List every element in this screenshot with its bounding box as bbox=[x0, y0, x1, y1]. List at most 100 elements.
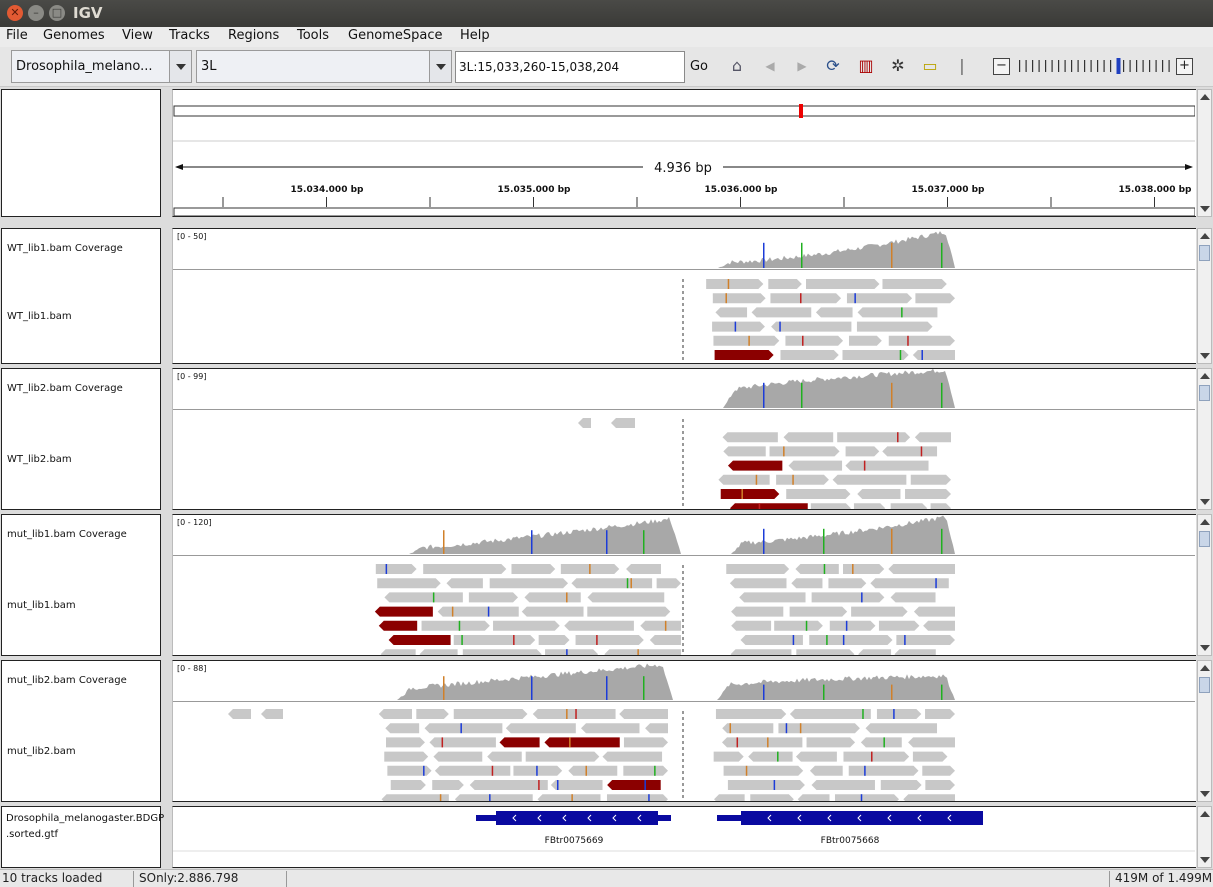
ruler-scrollbar[interactable] bbox=[1197, 89, 1212, 217]
scroll-up-icon[interactable] bbox=[1200, 665, 1210, 671]
mismatch-base bbox=[883, 737, 885, 748]
locus-input[interactable]: 3L:15,033,260-15,038,204 bbox=[455, 51, 685, 83]
coverage-mismatch bbox=[443, 676, 445, 700]
aligned-read bbox=[780, 350, 839, 360]
mismatch-base bbox=[779, 321, 781, 332]
mismatch-base bbox=[727, 279, 730, 289]
track-data-panel-wt-lib1[interactable]: [0 - 50] bbox=[172, 228, 1196, 364]
annotation-scrollbar[interactable] bbox=[1197, 806, 1212, 868]
aligned-read bbox=[521, 606, 584, 617]
zoom-tick bbox=[1077, 60, 1079, 72]
zoom-widget[interactable]: − + bbox=[993, 56, 1193, 76]
chevron-down-icon[interactable] bbox=[169, 51, 191, 82]
menu-file[interactable]: File bbox=[6, 28, 28, 43]
track-scrollbar[interactable] bbox=[1197, 514, 1212, 656]
scroll-down-icon[interactable] bbox=[1200, 499, 1210, 505]
scroll-down-icon[interactable] bbox=[1200, 645, 1210, 651]
aligned-read bbox=[640, 620, 681, 631]
home-icon[interactable]: ⌂ bbox=[727, 56, 747, 76]
scroll-up-icon[interactable] bbox=[1200, 94, 1210, 100]
scroll-down-icon[interactable] bbox=[1200, 206, 1210, 212]
genome-select[interactable]: Drosophila_melano... bbox=[11, 50, 192, 83]
forward-icon[interactable]: ▶ bbox=[792, 56, 812, 76]
coverage-track-name[interactable]: WT_lib2.bam Coverage bbox=[7, 383, 123, 394]
aligned-read bbox=[619, 709, 668, 719]
alignment-track-name[interactable]: mut_lib1.bam bbox=[7, 600, 76, 611]
menu-genomespace[interactable]: GenomeSpace bbox=[348, 28, 443, 43]
coverage-track-name[interactable]: mut_lib1.bam Coverage bbox=[7, 529, 127, 540]
menu-genomes[interactable]: Genomes bbox=[43, 28, 105, 43]
track-scrollbar[interactable] bbox=[1197, 228, 1212, 364]
aligned-read bbox=[810, 503, 851, 509]
aligned-read bbox=[713, 335, 780, 346]
aligned-read bbox=[487, 751, 522, 762]
coverage-area bbox=[723, 369, 955, 408]
alignment-track-name[interactable]: WT_lib1.bam bbox=[7, 311, 72, 322]
track-data-panel-mut-lib2[interactable]: [0 - 88] bbox=[172, 660, 1196, 802]
resize-icon[interactable]: ✲ bbox=[888, 56, 908, 76]
chromosome-select[interactable]: 3L bbox=[196, 50, 452, 83]
coverage-track-name[interactable]: WT_lib1.bam Coverage bbox=[7, 243, 123, 254]
mismatch-base bbox=[755, 474, 758, 485]
alignment-track-name[interactable]: mut_lib2.bam bbox=[7, 746, 76, 757]
coverage-track-name[interactable]: mut_lib2.bam Coverage bbox=[7, 675, 127, 686]
coverage-mismatch bbox=[606, 530, 608, 554]
scroll-down-icon[interactable] bbox=[1200, 353, 1210, 359]
aligned-read bbox=[783, 432, 834, 443]
current-region-marker bbox=[799, 104, 803, 118]
menu-tracks[interactable]: Tracks bbox=[169, 28, 210, 43]
coverage-mismatch bbox=[643, 676, 645, 700]
scroll-thumb[interactable] bbox=[1199, 385, 1210, 401]
annotation-track-name-cont[interactable]: .sorted.gtf bbox=[6, 829, 58, 840]
scroll-up-icon[interactable] bbox=[1200, 519, 1210, 525]
zoom-tick bbox=[1123, 60, 1125, 72]
track-scrollbar[interactable] bbox=[1197, 660, 1212, 802]
zoom-tick bbox=[1051, 60, 1053, 72]
aligned-read bbox=[923, 620, 955, 631]
popup-info-icon[interactable]: ▭ bbox=[920, 56, 940, 76]
aligned-read bbox=[578, 418, 591, 428]
mismatch-base bbox=[805, 620, 808, 631]
scroll-down-icon[interactable] bbox=[1200, 791, 1210, 797]
annotation-track-name[interactable]: Drosophila_melanogaster.BDGP bbox=[6, 813, 164, 824]
scroll-down-icon[interactable] bbox=[1200, 857, 1210, 863]
scroll-up-icon[interactable] bbox=[1200, 811, 1210, 817]
annotation-data-panel[interactable]: FBtr0075669 FBtr0075668 bbox=[172, 806, 1196, 868]
close-window-button[interactable]: ✕ bbox=[7, 5, 23, 21]
maximize-window-button[interactable]: □ bbox=[49, 5, 65, 21]
aligned-read bbox=[446, 578, 483, 589]
zoom-out-button[interactable]: − bbox=[993, 58, 1010, 75]
menu-regions[interactable]: Regions bbox=[228, 28, 279, 43]
alignment-track-name[interactable]: WT_lib2.bam bbox=[7, 454, 72, 465]
chevron-down-icon[interactable] bbox=[429, 51, 451, 82]
zoom-in-button[interactable]: + bbox=[1176, 58, 1193, 75]
scroll-thumb[interactable] bbox=[1199, 677, 1210, 693]
aligned-read bbox=[720, 489, 780, 499]
refresh-icon[interactable]: ⟳ bbox=[823, 56, 843, 76]
track-data-panel-mut-lib1[interactable]: [0 - 120] bbox=[172, 514, 1196, 656]
aligned-read bbox=[623, 765, 668, 776]
scroll-thumb[interactable] bbox=[1199, 531, 1210, 547]
go-button[interactable]: Go bbox=[686, 51, 712, 83]
coverage-mismatch bbox=[823, 528, 825, 554]
aligned-read bbox=[848, 765, 919, 776]
mismatch-base bbox=[569, 737, 571, 748]
back-icon[interactable]: ◀ bbox=[760, 56, 780, 76]
zoom-slider[interactable] bbox=[1015, 56, 1175, 76]
status-bar: 10 tracks loaded SOnly:2.886.798 419M of… bbox=[0, 869, 1213, 887]
aligned-read bbox=[729, 578, 787, 589]
menu-view[interactable]: View bbox=[122, 28, 153, 43]
scroll-up-icon[interactable] bbox=[1200, 233, 1210, 239]
minimize-window-button[interactable]: – bbox=[28, 5, 44, 21]
track-scrollbar[interactable] bbox=[1197, 368, 1212, 510]
menu-tools[interactable]: Tools bbox=[297, 28, 329, 43]
scroll-thumb[interactable] bbox=[1199, 245, 1210, 261]
mismatch-base bbox=[920, 446, 923, 457]
ruler-panel[interactable]: 4.936 bp 15.034.000 bp 15.035.000 bp 15.… bbox=[172, 89, 1196, 217]
mismatch-base bbox=[741, 489, 743, 499]
track-data-panel-wt-lib2[interactable]: [0 - 99] bbox=[172, 368, 1196, 510]
aligned-read bbox=[423, 564, 507, 574]
roi-icon[interactable]: ▥ bbox=[856, 56, 876, 76]
menu-help[interactable]: Help bbox=[460, 28, 490, 43]
scroll-up-icon[interactable] bbox=[1200, 373, 1210, 379]
